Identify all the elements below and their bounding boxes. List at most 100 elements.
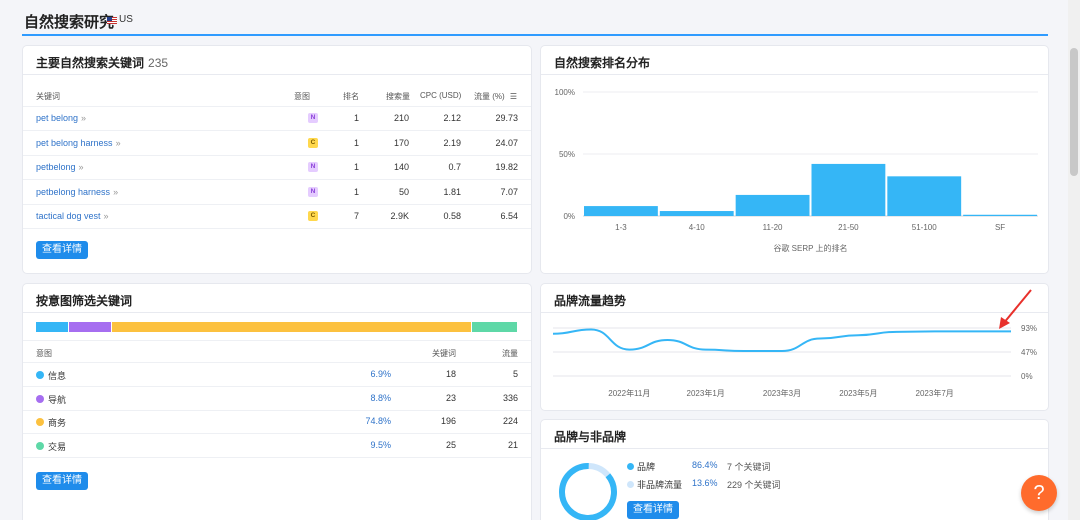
y-tick-label: 0% bbox=[1021, 372, 1033, 381]
intent-badge: N bbox=[308, 186, 318, 197]
table-row: 商务 74.8% 196 224 bbox=[23, 410, 531, 434]
keyword-link[interactable]: petbelong» bbox=[36, 162, 84, 172]
col-header-keyword[interactable]: 关键词 bbox=[36, 91, 60, 102]
keyword-link[interactable]: pet belong» bbox=[36, 113, 86, 123]
rank-cell: 7 bbox=[353, 211, 359, 221]
col-header-intent[interactable]: 意图 bbox=[294, 91, 310, 102]
chevron-double-right-icon[interactable]: » bbox=[113, 187, 118, 197]
keyword-text[interactable]: tactical dog vest bbox=[36, 211, 101, 221]
cpc-cell: 2.12 bbox=[443, 113, 461, 123]
donut-slice-brand[interactable] bbox=[553, 457, 623, 520]
chevron-double-right-icon[interactable]: » bbox=[104, 211, 109, 221]
nonbrand-legend-row: 非品牌流量 13.6% 229 个关键词 bbox=[627, 478, 927, 491]
col-header-keywords: 关键词 bbox=[432, 349, 456, 358]
intent-stacked-bar bbox=[36, 322, 518, 332]
sort-icon[interactable]: ☰ bbox=[510, 92, 517, 101]
page-scrollbar[interactable] bbox=[1068, 0, 1080, 520]
series-line[interactable] bbox=[552, 328, 1011, 353]
keyword-text[interactable]: pet belong bbox=[36, 113, 78, 123]
table-row: pet belong harness» C 1 170 2.19 24.07 bbox=[23, 132, 531, 156]
col-header-cpc[interactable]: CPC (USD) bbox=[420, 91, 461, 100]
brand-traffic-trend-chart: 93% 47% 0% 2022年11月 2023年1月 2023年3月 2023年5月 202… bbox=[552, 289, 1037, 398]
intent-keywords: 18 bbox=[445, 369, 456, 379]
intent-badge: C bbox=[308, 211, 318, 221]
intent-keywords: 196 bbox=[440, 416, 456, 426]
intent-badge: C bbox=[308, 137, 318, 148]
brand-traffic-trend-card: 品牌流量趋势 93% 47% 0% 2022年11月 2023年1月 2023年3月 202… bbox=[541, 284, 1048, 410]
region-label: US bbox=[119, 14, 133, 25]
brand-keywords: 7 个关键词 bbox=[727, 462, 771, 472]
keyword-text[interactable]: petbelong bbox=[36, 162, 76, 172]
intent-label: 商务 bbox=[48, 418, 67, 428]
intent-filter-card: 按意图筛选关键词 意图 关键词 流量 信息 6.9% 18 5 导航 8.8% 23 336 商… bbox=[23, 284, 531, 520]
x-axis-label: 谷歌 SERP 上的排名 bbox=[773, 243, 847, 253]
y-tick-label: 100% bbox=[555, 88, 575, 97]
brand-pct[interactable]: 86.4% bbox=[692, 460, 718, 470]
y-tick-label: 50% bbox=[559, 150, 575, 159]
keyword-link[interactable]: tactical dog vest» bbox=[36, 211, 109, 221]
keyword-link[interactable]: petbelong harness» bbox=[36, 187, 118, 197]
cpc-cell: 0.58 bbox=[443, 211, 461, 221]
keyword-text[interactable]: petbelong harness bbox=[36, 187, 110, 197]
col-header-rank[interactable]: 排名 bbox=[343, 91, 359, 102]
page-title: 自然搜索研究 bbox=[24, 14, 115, 31]
bar[interactable] bbox=[887, 176, 962, 216]
intent-pct[interactable]: 9.5% bbox=[370, 440, 391, 450]
col-header-traffic[interactable]: 流量 (%) ☰ bbox=[474, 91, 517, 102]
cpc-cell: 1.81 bbox=[443, 186, 461, 197]
bar[interactable] bbox=[735, 194, 810, 216]
rank-distribution-card: 自然搜索排名分布 100% 50% 0% 1-3 4-10 11-20 21-50 51-10… bbox=[541, 46, 1048, 273]
intent-pct[interactable]: 74.8% bbox=[365, 416, 391, 426]
intent-pct[interactable]: 8.8% bbox=[370, 393, 391, 403]
table-row: petbelong harness» N 1 50 1.81 7.07 bbox=[23, 181, 531, 205]
intent-dot-icon bbox=[36, 441, 44, 450]
nonbrand-label: 非品牌流量 bbox=[637, 480, 683, 490]
intent-pct[interactable]: 6.9% bbox=[370, 369, 391, 379]
help-button[interactable]: ? bbox=[1021, 475, 1057, 511]
divider bbox=[23, 312, 531, 313]
intent-dot-icon bbox=[36, 394, 44, 403]
chevron-double-right-icon[interactable]: » bbox=[116, 138, 121, 148]
brand-details-button[interactable]: 查看详情 bbox=[627, 501, 679, 519]
bar[interactable] bbox=[584, 206, 658, 216]
bar[interactable] bbox=[811, 163, 886, 216]
volume-cell: 50 bbox=[398, 186, 409, 197]
annotation-arrow-icon bbox=[1002, 289, 1032, 325]
card-title: 主要自然搜索关键词 235 bbox=[36, 54, 168, 71]
intent-dot-icon bbox=[36, 418, 44, 426]
x-tick-label: 2022年11月 bbox=[608, 388, 650, 398]
x-tick-label: SF bbox=[995, 223, 1005, 232]
keyword-text[interactable]: pet belong harness bbox=[36, 138, 113, 148]
x-tick-label: 11-20 bbox=[763, 223, 783, 232]
intent-details-button[interactable]: 查看详情 bbox=[36, 472, 88, 490]
scroll-thumb[interactable] bbox=[1070, 48, 1078, 176]
traffic-cell: 19.82 bbox=[495, 162, 518, 172]
brand-donut-chart bbox=[553, 457, 623, 520]
traffic-cell: 29.73 bbox=[495, 113, 518, 123]
rank-distribution-chart: 100% 50% 0% 1-3 4-10 11-20 21-50 51-100 SF 谷歌 SER… bbox=[555, 88, 1038, 253]
nonbrand-pct[interactable]: 13.6% bbox=[692, 478, 718, 488]
volume-cell: 2.9K bbox=[390, 211, 409, 221]
bar[interactable] bbox=[659, 211, 734, 216]
intent-label: 导航 bbox=[48, 394, 67, 405]
bar[interactable] bbox=[963, 214, 1037, 216]
table-row: 信息 6.9% 18 5 bbox=[23, 363, 531, 387]
divider bbox=[23, 74, 531, 75]
keyword-link[interactable]: pet belong harness» bbox=[36, 138, 121, 148]
y-tick-label: 93% bbox=[1021, 324, 1037, 333]
keywords-details-button[interactable]: 查看详情 bbox=[36, 241, 88, 259]
volume-cell: 170 bbox=[393, 137, 409, 148]
col-header-volume[interactable]: 搜索量 bbox=[386, 91, 410, 102]
intent-bar-segment bbox=[111, 322, 473, 332]
intent-bar-segment bbox=[472, 322, 518, 332]
y-tick-label: 0% bbox=[563, 212, 575, 221]
chevron-double-right-icon[interactable]: » bbox=[81, 113, 86, 123]
chevron-double-right-icon[interactable]: » bbox=[79, 162, 84, 172]
intent-filter-title: 按意图筛选关键词 bbox=[36, 294, 133, 308]
brand-label: 品牌 bbox=[637, 462, 656, 472]
y-tick-label: 47% bbox=[1021, 348, 1037, 357]
col-header-traffic: 流量 bbox=[502, 349, 518, 358]
intent-bar-segment bbox=[69, 322, 112, 332]
x-tick-label: 2023年1月 bbox=[687, 388, 725, 398]
x-tick-label: 2023年5月 bbox=[839, 388, 877, 398]
